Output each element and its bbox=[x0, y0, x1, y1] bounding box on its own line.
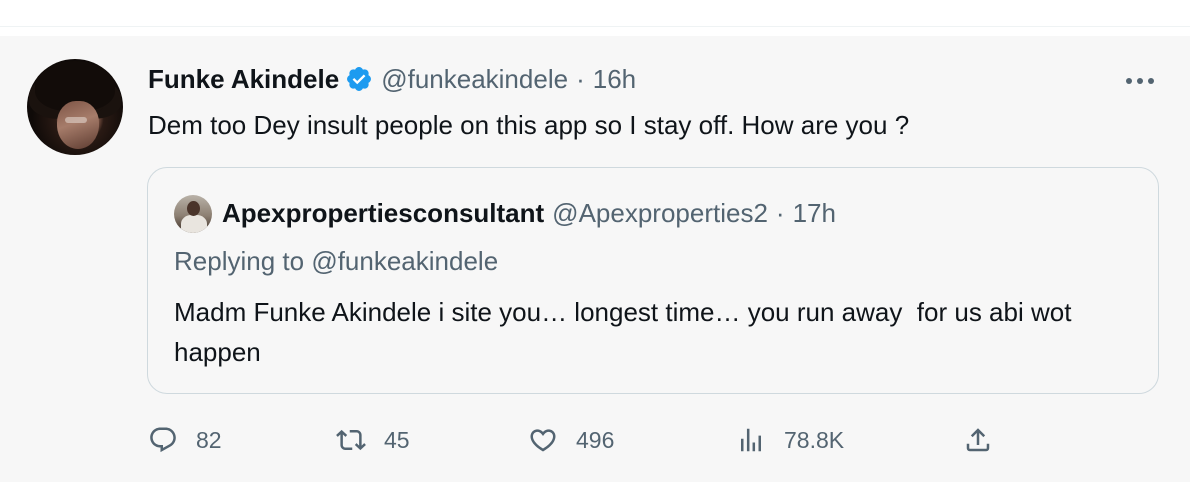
share-icon bbox=[966, 428, 990, 452]
tweet-text: Dem too Dey insult people on this app so… bbox=[148, 110, 910, 140]
avatar-glasses bbox=[65, 117, 87, 123]
retweet-count: 45 bbox=[384, 426, 410, 453]
replying-prefix: Replying to bbox=[174, 246, 305, 276]
quoted-tweet[interactable]: Apexpropertiesconsultant @Apexproperties… bbox=[147, 167, 1159, 394]
action-bar: 82 45 496 78.8K bbox=[148, 420, 1008, 460]
like-count: 496 bbox=[576, 426, 615, 453]
reply-button[interactable]: 82 bbox=[148, 420, 222, 460]
separator-dot: · bbox=[576, 63, 585, 94]
author-handle[interactable]: @funkeakindele bbox=[381, 64, 568, 95]
reply-icon bbox=[150, 427, 176, 453]
like-button[interactable]: 496 bbox=[528, 420, 614, 460]
quote-author-name[interactable]: Apexpropertiesconsultant bbox=[222, 198, 544, 229]
reply-count: 82 bbox=[196, 426, 222, 453]
more-dots-icon bbox=[1126, 78, 1154, 84]
quote-author-handle[interactable]: @Apexproperties2 bbox=[552, 198, 768, 229]
tweet-header: Funke Akindele @funkeakindele · 16h bbox=[148, 64, 636, 94]
quote-avatar[interactable] bbox=[174, 195, 212, 233]
author-name[interactable]: Funke Akindele bbox=[148, 64, 339, 95]
heart-icon bbox=[530, 429, 556, 452]
views-chart-icon bbox=[741, 428, 761, 452]
tweet[interactable]: Funke Akindele @funkeakindele · 16h Dem … bbox=[0, 36, 1190, 482]
avatar-face bbox=[57, 101, 99, 149]
quote-separator-dot: · bbox=[775, 198, 785, 228]
quote-avatar-body bbox=[181, 215, 207, 233]
views-count: 78.8K bbox=[784, 426, 845, 453]
tweet-timestamp[interactable]: 16h bbox=[593, 64, 636, 95]
replying-to: Replying to @funkeakindele bbox=[174, 246, 498, 277]
previous-tweet-edge bbox=[0, 0, 1190, 27]
quote-header: Apexpropertiesconsultant @Apexproperties… bbox=[222, 198, 836, 229]
quote-timestamp[interactable]: 17h bbox=[793, 198, 836, 229]
retweet-button[interactable]: 45 bbox=[336, 420, 410, 460]
quote-avatar-face bbox=[187, 201, 200, 216]
replying-handle[interactable]: @funkeakindele bbox=[311, 246, 498, 276]
retweet-icon bbox=[336, 429, 366, 451]
verified-badge-icon[interactable] bbox=[345, 65, 373, 93]
more-options-button[interactable] bbox=[1118, 66, 1162, 96]
avatar[interactable] bbox=[27, 59, 123, 155]
views-button[interactable]: 78.8K bbox=[736, 420, 844, 460]
share-button[interactable] bbox=[963, 420, 993, 460]
quote-text: Madm Funke Akindele i site you… longest … bbox=[174, 297, 1079, 367]
